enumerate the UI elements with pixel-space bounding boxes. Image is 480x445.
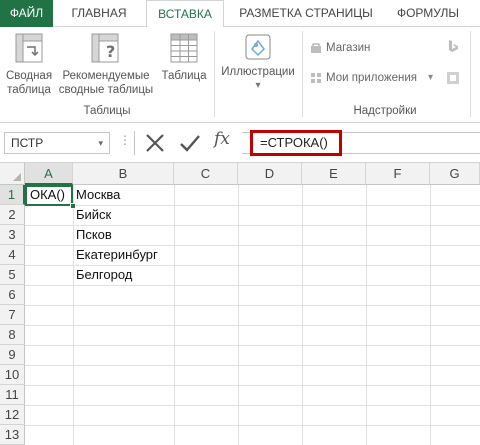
pivot-table-label-2: таблица [7,84,51,96]
tab-page-layout[interactable]: РАЗМЕТКА СТРАНИЦЫ [236,0,376,27]
row-header-2[interactable]: 2 [0,205,25,225]
table-icon [170,33,198,63]
gridline [430,185,431,445]
row-header-9[interactable]: 9 [0,345,25,365]
formula-bar-separator [134,131,135,155]
people-graph-icon[interactable] [446,71,460,85]
illustrations-dropdown-icon: ▾ [255,80,261,91]
column-header-d[interactable]: D [238,163,302,185]
name-box[interactable]: ПСТР ▾ [4,132,110,154]
cancel-icon[interactable] [143,131,167,155]
ribbon-separator [214,31,215,117]
name-box-dropdown-icon[interactable]: ▾ [98,133,103,153]
formula-bar-resize-handle[interactable]: ⋮ [119,133,131,147]
gridline [25,345,480,346]
illustrations-button[interactable]: Иллюстрации ▾ [216,31,300,101]
my-apps-label: Мои приложения [326,72,417,84]
enter-check-icon[interactable] [178,131,202,155]
recommended-pivot-icon: ? [91,33,119,63]
formula-input[interactable]: =СТРОКА() [250,130,342,156]
store-button[interactable]: Магазин [310,39,410,57]
my-apps-icon [311,73,321,83]
column-header-e[interactable]: E [302,163,366,185]
select-all-button[interactable] [0,163,25,185]
bing-icon[interactable] [446,39,460,53]
tables-group-label: Таблицы [83,105,131,117]
row-header-5[interactable]: 5 [0,265,25,285]
gridline [174,185,175,445]
addins-group-label: Надстройки [353,105,417,117]
pivot-table-label-1: Сводная [5,70,53,82]
tab-formulas[interactable]: ФОРМУЛЫ [388,0,468,27]
row-header-4[interactable]: 4 [0,245,25,265]
gridline [238,185,239,445]
gridline [25,285,480,286]
illustrations-icon [245,34,271,60]
store-label: Магазин [326,42,371,54]
column-header-f[interactable]: F [366,163,430,185]
cell-b5[interactable]: Белгород [73,265,132,285]
insert-function-icon[interactable]: fx [214,129,230,149]
row-header-12[interactable]: 12 [0,405,25,425]
my-apps-dropdown-icon: ▾ [428,72,434,83]
row-header-1[interactable]: 1 [0,185,25,205]
store-icon [311,43,321,53]
ribbon-tabs: ФАЙЛ ГЛАВНАЯ ВСТАВКА РАЗМЕТКА СТРАНИЦЫ Ф… [0,0,480,28]
table-button[interactable]: Таблица [156,31,212,101]
column-header-c[interactable]: C [174,163,238,185]
gridline [25,305,480,306]
cell-b4[interactable]: Екатеринбург [73,245,158,265]
gridline [25,425,480,426]
gridline [25,325,480,326]
my-apps-button[interactable]: Мои приложения ▾ [310,69,450,87]
column-header-b[interactable]: B [73,163,174,185]
column-header-g[interactable]: G [430,163,480,185]
gridline [366,185,367,445]
pivot-table-icon [15,33,43,63]
gridline [25,405,480,406]
recommended-pivot-label-2: сводные таблицы [58,84,154,96]
row-header-13[interactable]: 13 [0,425,25,445]
illustrations-label: Иллюстрации [221,66,295,78]
table-label: Таблица [161,70,207,82]
tab-home[interactable]: ГЛАВНАЯ [63,0,135,27]
recommended-pivot-label-1: Рекомендуемые [62,70,150,82]
cell-a1[interactable]: ОКА() [27,185,65,205]
svg-text:?: ? [106,42,115,61]
row-header-3[interactable]: 3 [0,225,25,245]
formula-bar: ПСТР ▾ ⋮ fx [0,123,480,163]
cell-b1[interactable]: Москва [73,185,120,205]
name-box-value: ПСТР [11,136,44,150]
cell-b3[interactable]: Псков [73,225,112,245]
row-header-10[interactable]: 10 [0,365,25,385]
cell-b2[interactable]: Бийск [73,205,111,225]
pivot-table-button[interactable]: Сводная таблица [2,31,56,101]
tab-file[interactable]: ФАЙЛ [0,0,53,27]
gridline [302,185,303,445]
row-header-7[interactable]: 7 [0,305,25,325]
gridline [25,365,480,366]
row-header-6[interactable]: 6 [0,285,25,305]
row-header-8[interactable]: 8 [0,325,25,345]
column-header-a[interactable]: A [25,163,73,185]
recommended-pivot-button[interactable]: ? Рекомендуемые сводные таблицы [58,31,154,101]
ribbon: Сводная таблица ? Рекомендуемые сводные … [0,27,480,123]
select-all-icon [13,173,21,181]
gridline [25,385,480,386]
row-header-11[interactable]: 11 [0,385,25,405]
tab-insert[interactable]: ВСТАВКА [146,0,224,28]
spreadsheet-grid: A B C D E F G 1 2 3 4 5 6 7 8 9 10 11 12… [0,163,480,445]
ribbon-separator-3 [470,31,471,117]
